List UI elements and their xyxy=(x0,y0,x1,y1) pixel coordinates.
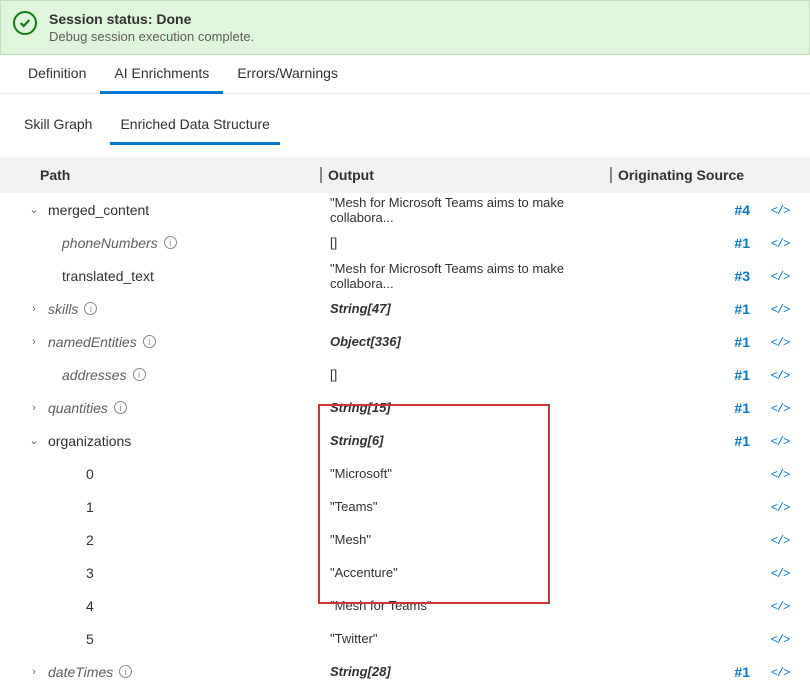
code-icon[interactable]: </> xyxy=(771,303,790,317)
status-subtitle: Debug session execution complete. xyxy=(49,29,254,44)
source-link[interactable]: #1 xyxy=(734,301,750,317)
path-label: dateTimes xyxy=(48,664,113,680)
table-row: 4 "Mesh for Teams" </> xyxy=(0,589,810,622)
output-value: [] xyxy=(320,235,610,250)
column-originating-source: Originating Source xyxy=(610,167,810,183)
tab-ai-enrichments[interactable]: AI Enrichments xyxy=(100,55,223,94)
table-row: › quantities i String[15] #1 </> xyxy=(0,391,810,424)
output-value: "Mesh for Microsoft Teams aims to make c… xyxy=(320,195,610,225)
code-icon[interactable]: </> xyxy=(771,402,790,416)
column-output: Output xyxy=(320,167,610,183)
output-value: "Microsoft" xyxy=(320,466,610,481)
code-icon[interactable]: </> xyxy=(771,336,790,350)
table-row: translated_text "Mesh for Microsoft Team… xyxy=(0,259,810,292)
code-icon[interactable]: </> xyxy=(771,501,790,515)
subtab-skill-graph[interactable]: Skill Graph xyxy=(14,110,102,145)
main-tabs: Definition AI Enrichments Errors/Warning… xyxy=(0,55,810,94)
table-row: ⌄ organizations String[6] #1 </> xyxy=(0,424,810,457)
table-row: 0 "Microsoft" </> xyxy=(0,457,810,490)
code-icon[interactable]: </> xyxy=(771,567,790,581)
output-value: "Teams" xyxy=(320,499,610,514)
path-label: quantities xyxy=(48,400,108,416)
table-row: › skills i String[47] #1 </> xyxy=(0,292,810,325)
table-header: Path Output Originating Source xyxy=(0,157,810,193)
info-icon[interactable]: i xyxy=(84,302,97,315)
output-value: Object[336] xyxy=(320,334,610,349)
chevron-right-icon[interactable]: › xyxy=(28,666,40,678)
sub-tabs: Skill Graph Enriched Data Structure xyxy=(0,94,810,145)
path-label: merged_content xyxy=(48,202,149,218)
subtab-enriched-data-structure[interactable]: Enriched Data Structure xyxy=(110,110,279,145)
table-row: ⌄ merged_content "Mesh for Microsoft Tea… xyxy=(0,193,810,226)
output-value: [] xyxy=(320,367,610,382)
source-link[interactable]: #1 xyxy=(734,664,750,680)
column-path: Path xyxy=(0,167,320,183)
source-link[interactable]: #4 xyxy=(734,202,750,218)
output-value: "Mesh for Teams" xyxy=(320,598,610,613)
path-label: 3 xyxy=(86,565,94,581)
code-icon[interactable]: </> xyxy=(771,633,790,647)
path-label: translated_text xyxy=(62,268,154,284)
output-value: "Mesh" xyxy=(320,532,610,547)
table-row: addresses i [] #1 </> xyxy=(0,358,810,391)
path-label: skills xyxy=(48,301,78,317)
code-icon[interactable]: </> xyxy=(771,369,790,383)
table-row: phoneNumbers i [] #1 </> xyxy=(0,226,810,259)
info-icon[interactable]: i xyxy=(133,368,146,381)
code-icon[interactable]: </> xyxy=(771,435,790,449)
output-value: "Accenture" xyxy=(320,565,610,580)
output-value: "Twitter" xyxy=(320,631,610,646)
output-value: String[15] xyxy=(320,400,610,415)
tab-definition[interactable]: Definition xyxy=(14,55,100,93)
table-row: › namedEntities i Object[336] #1 </> xyxy=(0,325,810,358)
path-label: organizations xyxy=(48,433,131,449)
path-label: namedEntities xyxy=(48,334,137,350)
code-icon[interactable]: </> xyxy=(771,237,790,251)
path-label: 2 xyxy=(86,532,94,548)
output-value: "Mesh for Microsoft Teams aims to make c… xyxy=(320,261,610,291)
output-value: String[6] xyxy=(320,433,610,448)
code-icon[interactable]: </> xyxy=(771,666,790,680)
chevron-down-icon[interactable]: ⌄ xyxy=(28,203,40,216)
table-row: 1 "Teams" </> xyxy=(0,490,810,523)
code-icon[interactable]: </> xyxy=(771,204,790,218)
info-icon[interactable]: i xyxy=(114,401,127,414)
code-icon[interactable]: </> xyxy=(771,270,790,284)
path-label: addresses xyxy=(62,367,127,383)
table-row: 5 "Twitter" </> xyxy=(0,622,810,655)
path-label: phoneNumbers xyxy=(62,235,158,251)
chevron-right-icon[interactable]: › xyxy=(28,336,40,348)
chevron-right-icon[interactable]: › xyxy=(28,402,40,414)
code-icon[interactable]: </> xyxy=(771,468,790,482)
source-link[interactable]: #1 xyxy=(734,433,750,449)
path-label: 4 xyxy=(86,598,94,614)
path-label: 5 xyxy=(86,631,94,647)
source-link[interactable]: #1 xyxy=(734,235,750,251)
source-link[interactable]: #1 xyxy=(734,400,750,416)
data-rows: ⌄ merged_content "Mesh for Microsoft Tea… xyxy=(0,193,810,688)
path-label: 1 xyxy=(86,499,94,515)
chevron-down-icon[interactable]: ⌄ xyxy=(28,434,40,447)
path-label: 0 xyxy=(86,466,94,482)
session-status-banner: Session status: Done Debug session execu… xyxy=(0,0,810,55)
output-value: String[47] xyxy=(320,301,610,316)
output-value: String[28] xyxy=(320,664,610,679)
source-link[interactable]: #1 xyxy=(734,334,750,350)
code-icon[interactable]: </> xyxy=(771,534,790,548)
table-row: › dateTimes i String[28] #1 </> xyxy=(0,655,810,688)
info-icon[interactable]: i xyxy=(119,665,132,678)
info-icon[interactable]: i xyxy=(164,236,177,249)
source-link[interactable]: #3 xyxy=(734,268,750,284)
status-title: Session status: Done xyxy=(49,11,254,27)
code-icon[interactable]: </> xyxy=(771,600,790,614)
source-link[interactable]: #1 xyxy=(734,367,750,383)
table-row: 3 "Accenture" </> xyxy=(0,556,810,589)
table-row: 2 "Mesh" </> xyxy=(0,523,810,556)
chevron-right-icon[interactable]: › xyxy=(28,303,40,315)
tab-errors-warnings[interactable]: Errors/Warnings xyxy=(223,55,352,93)
info-icon[interactable]: i xyxy=(143,335,156,348)
checkmark-icon xyxy=(13,11,37,35)
